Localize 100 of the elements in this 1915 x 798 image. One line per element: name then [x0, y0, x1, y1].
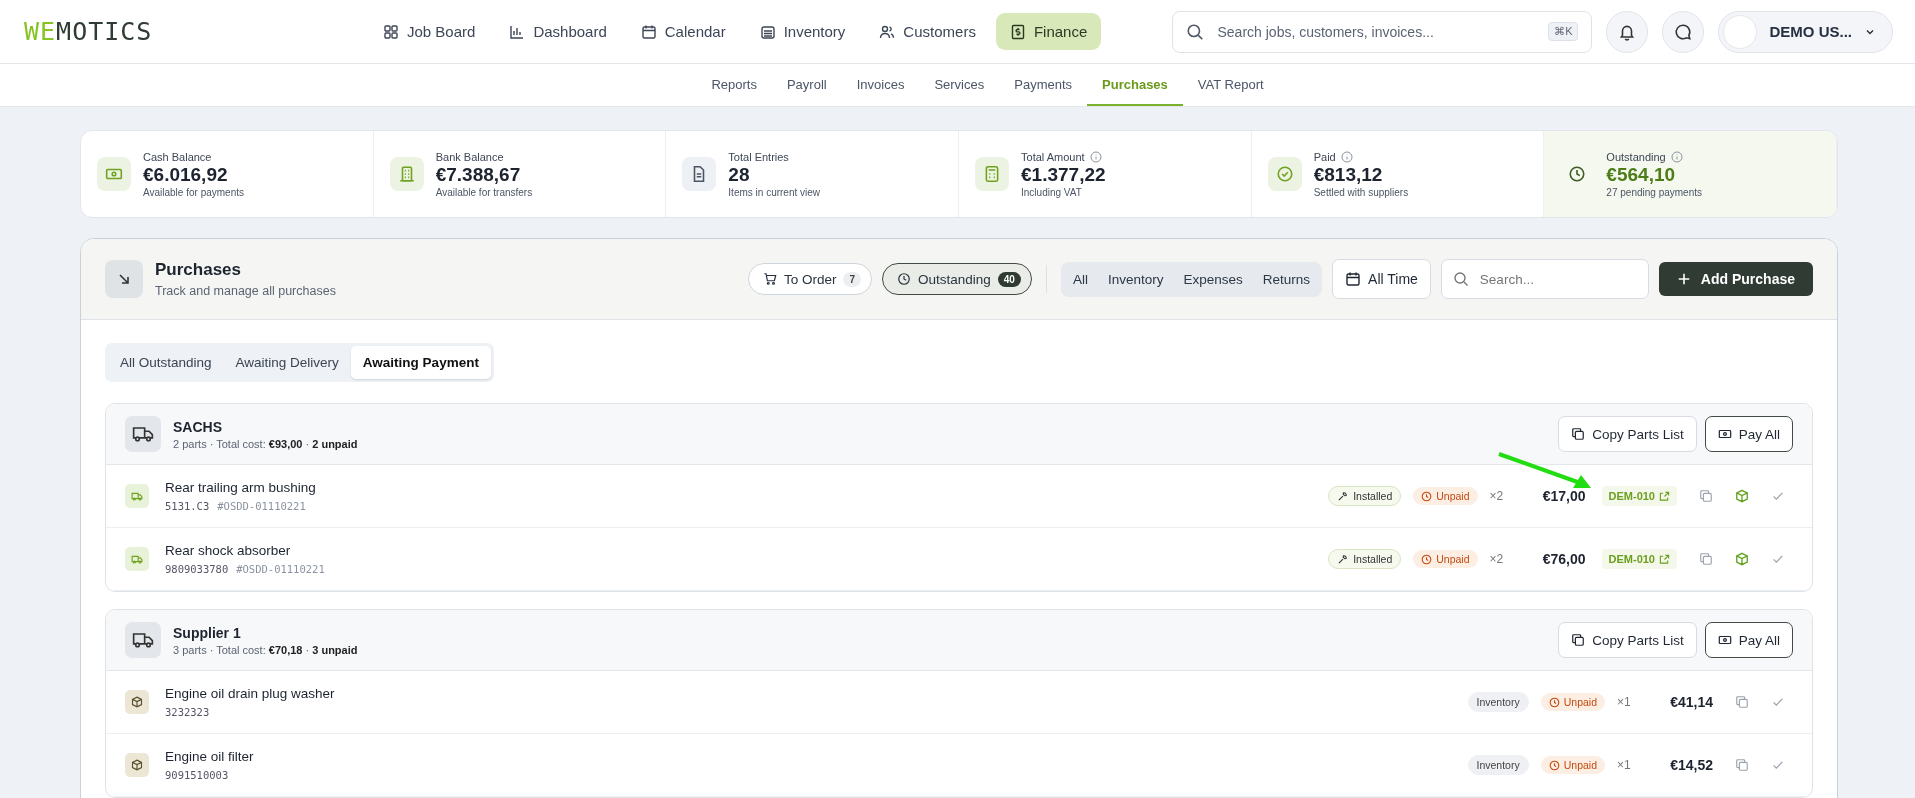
filter-button[interactable]: Expenses — [1173, 263, 1253, 295]
quantity: ×1 — [1617, 695, 1632, 709]
supplier-name: SACHS — [173, 418, 223, 435]
period-button[interactable]: All Time — [1332, 259, 1431, 299]
count-badge: 40 — [997, 271, 1021, 287]
copy-icon — [1571, 633, 1586, 647]
wrench-icon — [1337, 490, 1349, 502]
pay-all-button[interactable]: Pay All — [1704, 622, 1793, 658]
subnav-tab[interactable]: Services — [919, 64, 1000, 106]
box-icon[interactable] — [1735, 552, 1749, 566]
group-summary: 3 parts · Total cost: €70,18 · 3 unpaid — [173, 643, 359, 656]
truck-icon — [125, 484, 149, 508]
price: €14,52 — [1669, 757, 1713, 773]
cash-icon — [1717, 427, 1732, 441]
nav-item[interactable]: Job Board — [369, 13, 490, 50]
filter-button[interactable]: Returns — [1252, 263, 1321, 295]
search-field[interactable]: Search... — [1440, 259, 1649, 299]
clock-icon — [897, 272, 911, 286]
filter-button[interactable]: All — [1062, 263, 1098, 295]
copy-icon — [1571, 427, 1586, 441]
avatar — [1723, 14, 1758, 49]
subnav-tab[interactable]: Payroll — [771, 64, 842, 106]
subnav-tab[interactable]: Payments — [999, 64, 1088, 106]
order-number: #OSDD-01110221 — [236, 563, 325, 575]
copy-icon[interactable] — [1735, 695, 1749, 709]
pay-all-button[interactable]: Pay All — [1704, 416, 1793, 452]
stat-note: Items in current view — [728, 186, 821, 198]
wrench-icon — [1337, 553, 1349, 565]
box-icon[interactable] — [1735, 489, 1749, 503]
doc-icon — [682, 157, 717, 191]
clock-icon — [1421, 553, 1433, 565]
stat-value: 28 — [728, 163, 751, 186]
part-name: Rear trailing arm bushing — [165, 480, 317, 495]
cart-icon — [762, 272, 777, 286]
nav-item[interactable]: Customers — [865, 13, 990, 50]
part-number: 9091510003 — [165, 769, 229, 781]
price: €17,00 — [1541, 488, 1586, 504]
stat-value: €6.016,92 — [143, 163, 229, 186]
stat-note: Available for transfers — [435, 186, 533, 198]
quantity: ×2 — [1489, 552, 1505, 566]
calendar-icon — [1345, 271, 1362, 287]
store-icon — [759, 23, 776, 40]
shortcut-hint: ⌘K — [1548, 21, 1579, 41]
quantity: ×2 — [1489, 489, 1505, 503]
stat-note: Settled with suppliers — [1313, 186, 1409, 198]
nav-item[interactable]: Calendar — [626, 13, 740, 50]
order-number: #OSDD-01110221 — [217, 500, 306, 512]
arrow-down-right-icon — [105, 260, 143, 298]
quantity: ×1 — [1617, 758, 1632, 772]
grid-icon — [383, 23, 399, 40]
filter-chip[interactable]: To Order 7 — [747, 263, 872, 295]
stat-note: Available for payments — [143, 186, 244, 198]
truck-icon — [125, 547, 149, 571]
nav-item[interactable]: Inventory — [745, 13, 860, 50]
box-icon — [125, 690, 149, 714]
subnav-tab[interactable]: Reports — [696, 64, 772, 106]
price: €76,00 — [1541, 551, 1586, 567]
tab[interactable]: Awaiting Delivery — [223, 346, 351, 379]
subnav-tab[interactable]: VAT Report — [1182, 64, 1279, 106]
copy-icon[interactable] — [1699, 552, 1713, 566]
copy-parts-list-button[interactable]: Copy Parts List — [1558, 622, 1697, 658]
user-menu[interactable]: DEMO US... — [1718, 10, 1893, 53]
logo[interactable]: WEMOTICS — [24, 17, 369, 46]
stat-label: Bank Balance — [435, 150, 504, 163]
stat-value: €7.388,67 — [435, 163, 522, 186]
clock-icon — [1548, 696, 1560, 708]
clock-icon — [1421, 490, 1433, 502]
part-name: Engine oil drain plug washer — [165, 686, 336, 701]
stat-label: Total Entries — [728, 150, 789, 163]
copy-parts-list-button[interactable]: Copy Parts List — [1558, 416, 1697, 452]
stat-label: Cash Balance — [143, 150, 212, 163]
stat-value: €1.377,22 — [1021, 163, 1106, 186]
nav-item[interactable]: Finance — [995, 13, 1102, 50]
stat-note: 27 pending payments — [1606, 186, 1702, 198]
copy-icon[interactable] — [1699, 489, 1713, 503]
truck-icon — [125, 622, 161, 658]
tab[interactable]: Awaiting Payment — [350, 346, 491, 379]
supplier-name: Supplier 1 — [173, 624, 242, 641]
nav-item[interactable]: Dashboard — [495, 13, 621, 50]
calendar-icon — [640, 23, 657, 40]
payment-status-tag: Unpaid — [1413, 550, 1478, 568]
clock-icon — [1548, 759, 1560, 771]
add-purchase-button[interactable]: Add Purchase — [1658, 262, 1813, 296]
part-number: 9809033780 — [165, 563, 229, 575]
subnav-tab[interactable]: Invoices — [841, 64, 920, 106]
truck-icon — [125, 416, 161, 452]
stat-label: Total Amount — [1021, 150, 1085, 163]
bank-icon — [389, 157, 424, 191]
part-name: Rear shock absorber — [165, 543, 292, 558]
filter-chip[interactable]: Outstanding 40 — [882, 263, 1032, 295]
tab[interactable]: All Outstanding — [108, 346, 224, 379]
stat-value: €564,10 — [1606, 163, 1677, 186]
money-icon — [1009, 23, 1026, 40]
status-tag: Inventory — [1467, 755, 1529, 775]
filter-button[interactable]: Inventory — [1097, 263, 1174, 295]
panel-subtitle: Track and manage all purchases — [155, 284, 337, 298]
bars-icon — [509, 23, 526, 40]
price: €41,14 — [1669, 694, 1713, 710]
payment-status-tag: Unpaid — [1540, 693, 1605, 711]
copy-icon[interactable] — [1735, 758, 1749, 772]
